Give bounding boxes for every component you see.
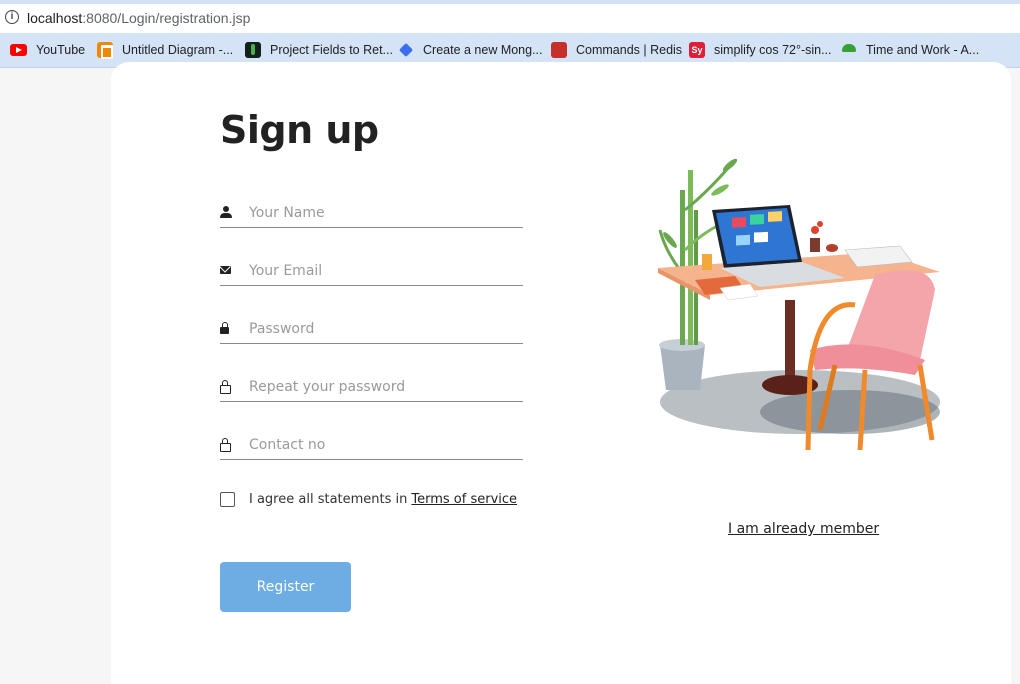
bookmark-label: Time and Work - A... bbox=[866, 43, 980, 57]
url-host: localhost bbox=[27, 10, 83, 26]
bookmark-project-fields[interactable]: Project Fields to Ret... bbox=[245, 41, 393, 59]
register-button[interactable]: Register bbox=[220, 562, 351, 612]
youtube-icon bbox=[10, 44, 27, 56]
terms-of-service-link[interactable]: Terms of service bbox=[411, 492, 517, 507]
agree-checkbox[interactable] bbox=[220, 492, 235, 507]
bookmark-symbolab[interactable]: Sy simplify cos 72°-sin... bbox=[689, 41, 832, 59]
repeat-password-field bbox=[220, 372, 523, 402]
bookmark-label: Commands | Redis bbox=[576, 43, 683, 57]
contact-input[interactable] bbox=[249, 434, 519, 456]
address-bar[interactable]: i localhost:8080/Login/registration.jsp bbox=[0, 0, 1020, 33]
agree-row: I agree all statements in Terms of servi… bbox=[220, 492, 517, 507]
agree-text: I agree all statements in bbox=[249, 492, 408, 507]
bookmark-create-mongo[interactable]: Create a new Mong... bbox=[398, 41, 543, 59]
bookmark-label: YouTube bbox=[36, 43, 86, 57]
bookmark-youtube[interactable]: YouTube bbox=[10, 41, 85, 59]
repeat-password-input[interactable] bbox=[249, 376, 519, 398]
email-field bbox=[220, 256, 523, 286]
person-icon bbox=[220, 206, 232, 218]
site-info-icon[interactable]: i bbox=[5, 10, 19, 24]
lock-icon bbox=[220, 322, 232, 334]
bookmark-label: simplify cos 72°-sin... bbox=[714, 43, 832, 57]
lock-outline-icon bbox=[220, 380, 232, 394]
bookmark-label: Project Fields to Ret... bbox=[270, 43, 393, 57]
umbrella-icon bbox=[841, 42, 857, 58]
email-input[interactable] bbox=[249, 260, 519, 282]
name-field bbox=[220, 198, 523, 228]
email-icon bbox=[220, 266, 231, 274]
desk-illustration bbox=[658, 158, 940, 451]
bookmark-untitled-diagram[interactable]: Untitled Diagram -... bbox=[97, 41, 233, 59]
drawio-icon bbox=[97, 42, 113, 59]
password-input[interactable] bbox=[249, 318, 519, 340]
mongodb-diamond-icon bbox=[398, 42, 414, 58]
mongodb-leaf-icon bbox=[245, 42, 261, 58]
name-input[interactable] bbox=[249, 202, 519, 224]
bookmark-redis-commands[interactable]: Commands | Redis bbox=[551, 41, 682, 59]
url-text[interactable]: localhost:8080/Login/registration.jsp bbox=[27, 10, 250, 26]
lock-outline-icon bbox=[220, 438, 232, 452]
contact-field bbox=[220, 430, 523, 460]
page-title: Sign up bbox=[220, 108, 379, 152]
bookmark-label: Untitled Diagram -... bbox=[122, 43, 234, 57]
password-field bbox=[220, 314, 523, 344]
already-member-link[interactable]: I am already member bbox=[728, 521, 879, 537]
redis-icon bbox=[551, 42, 567, 58]
url-path: :8080/Login/registration.jsp bbox=[82, 10, 251, 26]
symbolab-icon: Sy bbox=[689, 42, 705, 58]
bookmark-label: Create a new Mong... bbox=[423, 43, 543, 57]
bookmark-time-and-work[interactable]: Time and Work - A... bbox=[841, 41, 979, 59]
